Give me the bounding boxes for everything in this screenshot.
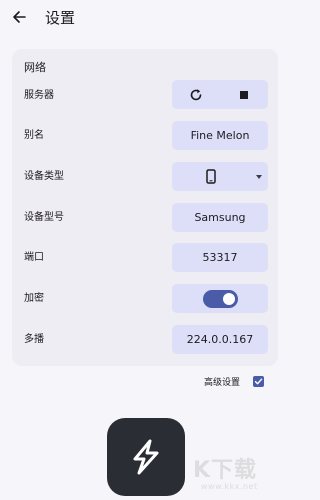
section-title: 网络 [24, 61, 46, 74]
smartphone-icon [206, 169, 216, 184]
refresh-icon [190, 88, 202, 100]
device-model-value: Samsung [194, 211, 246, 224]
device-type-selected [202, 162, 220, 191]
port-label: 端口 [24, 252, 44, 263]
encryption-toggle[interactable] [203, 290, 238, 308]
app-bar: 设置 [0, 0, 291, 36]
multicast-value: 224.0.0.167 [186, 333, 254, 346]
server-controls [172, 80, 268, 109]
multicast-label: 多播 [24, 334, 44, 345]
watermark-text: K下载 [193, 458, 258, 483]
advanced-settings-label: 高级设置 [204, 378, 241, 388]
check-icon [254, 378, 263, 385]
lightning-logo-icon [133, 439, 159, 475]
advanced-settings-row: 高级设置 [0, 375, 291, 391]
server-label: 服务器 [24, 90, 54, 101]
watermark: K下载 www.kkx.net [187, 450, 289, 498]
device-type-label: 设备类型 [24, 171, 64, 182]
advanced-settings-checkbox[interactable] [253, 376, 264, 387]
multicast-field[interactable]: 224.0.0.167 [172, 325, 268, 354]
encryption-label: 加密 [24, 293, 44, 304]
chevron-down-icon [256, 175, 262, 179]
network-card: 网络 服务器 别名 Fine Melon 设备类型 设备型号 Samsung 端… [12, 49, 278, 366]
back-button[interactable] [8, 6, 30, 28]
page-title: 设置 [45, 9, 76, 27]
arrow-left-icon [13, 11, 26, 23]
stop-button[interactable] [220, 80, 268, 109]
port-value: 53317 [202, 251, 238, 264]
stop-icon [240, 90, 248, 99]
refresh-button[interactable] [172, 80, 220, 109]
encryption-control [172, 284, 268, 313]
device-model-label: 设备型号 [24, 212, 64, 223]
alias-field[interactable]: Fine Melon [172, 121, 268, 150]
alias-label: 别名 [24, 130, 44, 141]
device-model-field[interactable]: Samsung [172, 203, 268, 232]
port-field[interactable]: 53317 [172, 243, 268, 272]
device-type-select[interactable] [172, 162, 268, 191]
watermark-url: www.kkx.net [201, 482, 258, 491]
toggle-knob [223, 293, 235, 305]
alias-value: Fine Melon [190, 129, 250, 142]
app-logo [107, 418, 185, 496]
